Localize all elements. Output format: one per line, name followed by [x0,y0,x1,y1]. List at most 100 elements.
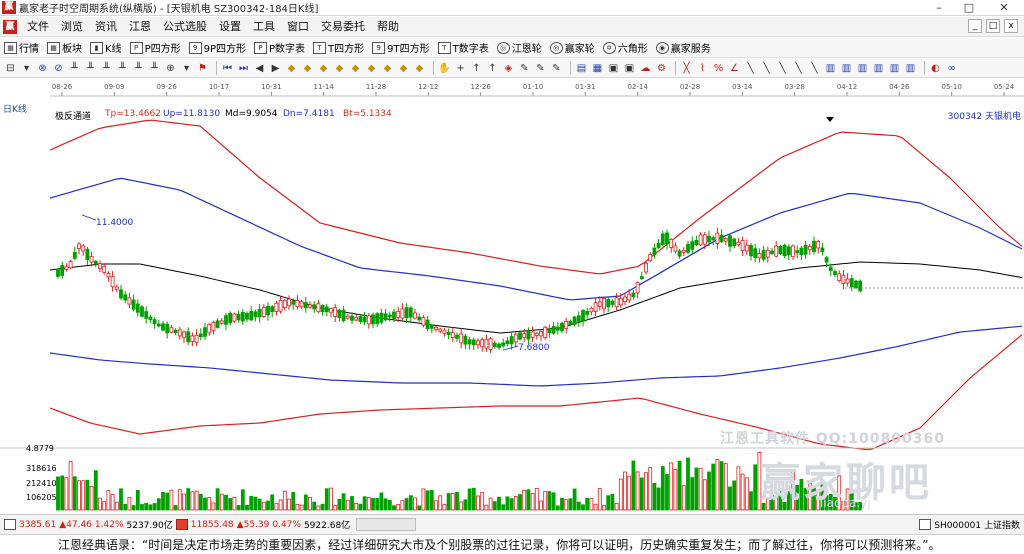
bars-icon[interactable]: ╨ [100,62,113,75]
menu-trade[interactable]: 交易委托 [315,17,371,37]
toolbar-service-button[interactable]: ◉ 赢家服务 [655,40,711,55]
channel-icon[interactable]: ▥ [856,62,869,75]
bars-icon[interactable]: ╨ [132,62,145,75]
candle-body [593,302,598,312]
arrow-up-icon[interactable]: ↑ [470,62,483,75]
volume-bar [375,498,380,511]
kline-chart[interactable]: 08-26 09-09 09-26 10-17 10-31 11-14 11-28 12-12… [0,78,1024,514]
toolbar-p-table-button[interactable]: P P数字表 [254,40,305,55]
cycle-icon[interactable]: ⊗ [36,62,49,75]
line-tool-icon[interactable]: ╲ [744,62,757,75]
volume-bar [98,497,102,511]
toolbar-quotes-button[interactable]: ▦ 行情 [4,40,39,55]
toolbar-t-square-button[interactable]: T T四方形 [313,40,364,55]
crosshair-icon[interactable]: + [454,62,467,75]
zigzag-icon[interactable]: ⌇ [696,62,709,75]
right-arrow-icon[interactable]: ▶ [269,62,282,75]
maximize-button[interactable]: □ [954,0,984,16]
diamond-icon[interactable]: ◆ [365,62,378,75]
candle-body [476,340,480,346]
toolbar-sector-button[interactable]: ▦ 板块 [47,40,82,55]
pen-icon[interactable]: ✎ [550,62,563,75]
toolbar-hexagon-button[interactable]: ✡ 六角形 [602,40,648,55]
target-icon[interactable]: ⊕ [164,62,177,75]
first-icon[interactable]: ⏮ [221,62,234,75]
channel-icon[interactable]: ▥ [872,62,885,75]
diamond-icon[interactable]: ◆ [317,62,330,75]
line-tool-icon[interactable]: ╲ [776,62,789,75]
bars-icon[interactable]: ╨ [68,62,81,75]
fan-icon[interactable]: ⊘ [52,62,65,75]
candle-body [597,301,602,307]
channel-icon[interactable]: ▥ [888,62,901,75]
bars-icon[interactable]: ╨ [84,62,97,75]
menu-help[interactable]: 帮助 [371,17,405,37]
menu-window[interactable]: 窗口 [281,17,315,37]
diamond-icon[interactable]: ◆ [413,62,426,75]
arrow-up-icon[interactable]: ↑ [486,62,499,75]
cloud-icon[interactable]: ☁ [639,62,652,75]
sh-index-icon[interactable] [4,519,16,530]
left-arrow-icon[interactable]: ◀ [253,62,266,75]
line-tool-icon[interactable]: ∠ [728,62,741,75]
pen-icon[interactable]: ✎ [534,62,547,75]
sz-index-icon[interactable] [175,519,188,530]
toolbar-9t-square-button[interactable]: 9 9T四方形 [372,40,430,55]
watermark-qq: 江恩工具软件 QQ:100800360 [720,431,945,447]
menu-formula[interactable]: 公式选股 [157,17,213,37]
layout-icon[interactable]: ⊟ [4,62,17,75]
infinity-icon[interactable]: ∞ [945,62,958,75]
toolbar-p-square-button[interactable]: P P四方形 [129,40,181,55]
menu-settings[interactable]: 设置 [213,17,247,37]
diamond-icon[interactable]: ◆ [285,62,298,75]
diamond-icon[interactable]: ◆ [397,62,410,75]
toolbar-kline-button[interactable]: ▮ K线 [90,40,122,55]
diamond-icon[interactable]: ◆ [301,62,314,75]
flag-icon[interactable]: ⚑ [196,62,209,75]
toolbar-gann-wheel-button[interactable]: ◎ 江恩轮 [496,40,542,55]
menu-info[interactable]: 资讯 [89,17,123,37]
play-icon[interactable]: ⏭ [237,62,250,75]
dropdown-icon[interactable]: ▾ [180,62,193,75]
status-scrollbar[interactable] [356,518,417,531]
menu-gann[interactable]: 江恩 [123,17,157,37]
candle-body [89,256,94,263]
pen-icon[interactable]: ✎ [518,62,531,75]
printer-icon[interactable]: ▣ [623,62,636,75]
mdi-minimize-button[interactable]: _ [968,19,982,33]
tag-icon[interactable]: ◈ [502,62,515,75]
printer-icon[interactable]: ▣ [607,62,620,75]
close-button[interactable]: ✕ [984,0,1024,16]
menu-browse[interactable]: 浏览 [55,17,89,37]
toolbar-t-table-button[interactable]: T T数字表 [437,40,489,55]
settings-icon[interactable]: ⚙ [655,62,668,75]
dropdown-icon[interactable]: ▾ [20,62,33,75]
current-index[interactable]: SH000001 上证指数 [919,518,1020,531]
line-tool-icon[interactable]: ╲ [792,62,805,75]
toolbar-winner-wheel-button[interactable]: ◎ 赢家轮 [549,40,595,55]
percent-icon[interactable]: % [712,62,725,75]
calculator-icon[interactable]: ▤ [575,62,588,75]
diamond-icon[interactable]: ◆ [381,62,394,75]
hand-icon[interactable]: ✋ [438,62,451,75]
diamond-icon[interactable]: ◆ [333,62,346,75]
channel-icon[interactable]: ▥ [824,62,837,75]
candle-body [278,300,283,312]
mdi-restore-button[interactable]: □ [986,19,1000,33]
color-icon[interactable]: ◐ [929,62,942,75]
channel-icon[interactable]: ▥ [840,62,853,75]
toolbar-9p-square-button[interactable]: 9 9P四方形 [188,40,246,55]
bars-icon[interactable]: ╨ [116,62,129,75]
line-tool-icon[interactable]: ╲ [760,62,773,75]
bars-icon[interactable]: ╨ [148,62,161,75]
menu-tools[interactable]: 工具 [247,17,281,37]
diamond-icon[interactable]: ◆ [349,62,362,75]
minimize-button[interactable]: – [924,0,954,16]
chart-tool-icon[interactable]: ╳ [680,62,693,75]
mdi-close-button[interactable]: x [1004,19,1018,33]
table-icon[interactable]: ▦ [591,62,604,75]
line-tool-icon[interactable]: ╲ [808,62,821,75]
menu-file[interactable]: 文件 [21,17,55,37]
volume-bar [698,467,703,511]
channel-icon[interactable]: ▥ [904,62,917,75]
